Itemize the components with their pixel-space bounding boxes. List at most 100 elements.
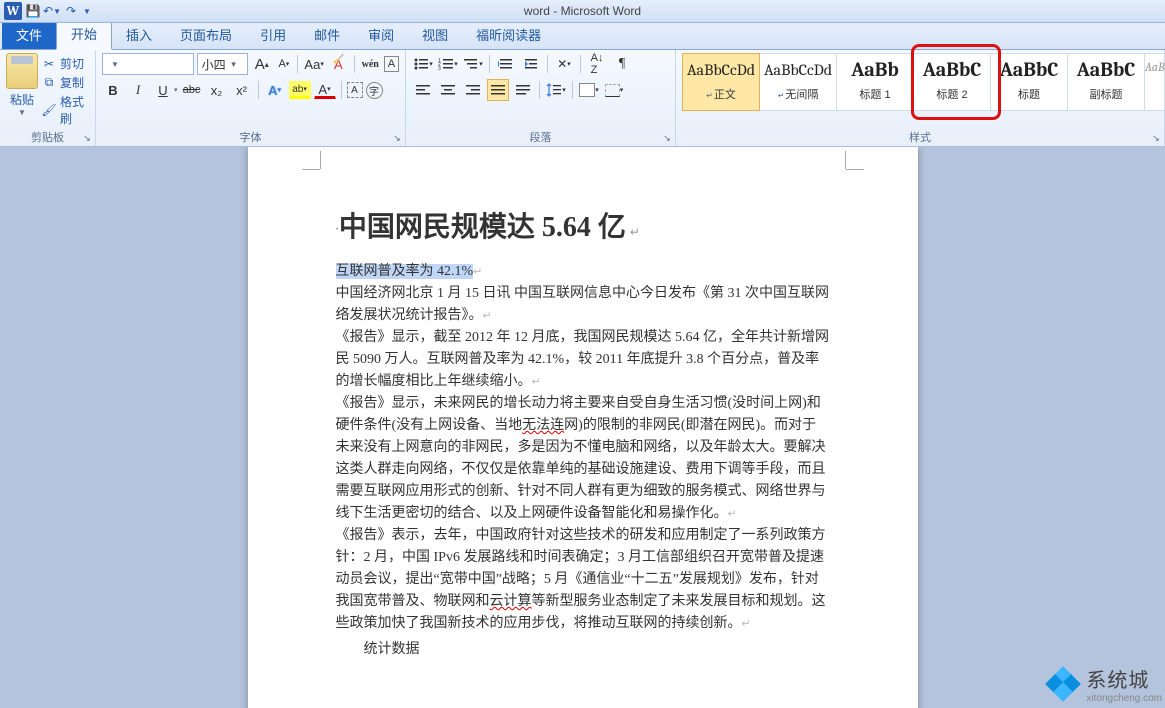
word-app-icon[interactable]: W (4, 2, 22, 20)
font-dialog-launcher[interactable]: ↘ (391, 132, 403, 144)
window-titlebar: W 💾 ↶▼ ↷ ▼ word - Microsoft Word (0, 0, 1165, 23)
watermark-icon (1046, 667, 1080, 701)
group-label-font: 字体 (102, 127, 399, 146)
clipboard-dialog-launcher[interactable]: ↘ (81, 132, 93, 144)
borders-button[interactable]: ▾ (603, 79, 625, 101)
show-marks-button[interactable]: ¶ (611, 53, 633, 75)
qat-redo-button[interactable]: ↷ (63, 3, 79, 19)
watermark-title: 系统城 (1086, 670, 1149, 692)
sort-button[interactable]: A↓Z (586, 53, 608, 75)
article-title[interactable]: ·中国网民规模达 5.64 亿↵ (336, 205, 830, 245)
strikethrough-button[interactable]: abc (181, 79, 203, 101)
clear-formatting-button[interactable]: A🧹 (328, 53, 349, 75)
enclose-char-button[interactable]: 字 (366, 82, 383, 99)
style-heading2[interactable]: AaBbC 标题 2 (913, 53, 991, 111)
align-right-button[interactable] (462, 79, 484, 101)
brush-icon: 🖌 (42, 103, 56, 117)
window-title: word - Microsoft Word (524, 4, 641, 18)
paragraph-dialog-launcher[interactable]: ↘ (661, 132, 673, 144)
grow-font-button[interactable]: A▴ (251, 53, 272, 75)
qat-customize-dropdown[interactable]: ▼ (82, 3, 92, 19)
align-center-button[interactable] (437, 79, 459, 101)
redo-icon: ↷ (64, 4, 78, 18)
font-color-button[interactable]: A▾ (314, 81, 336, 99)
styles-dialog-launcher[interactable]: ↘ (1150, 132, 1162, 144)
file-tab[interactable]: 文件 (2, 20, 56, 49)
align-distribute-button[interactable] (512, 79, 534, 101)
style-title[interactable]: AaBbC 标题 (990, 53, 1068, 111)
margin-corner-tl (320, 169, 338, 187)
article-subtitle[interactable]: 互联网普及率为 42.1%↵ (336, 261, 830, 283)
copy-icon: ⧉ (42, 76, 56, 90)
shrink-font-button[interactable]: A▾ (275, 53, 292, 75)
bold-button[interactable]: B (102, 79, 124, 101)
change-case-button[interactable]: Aa▾ (303, 53, 324, 75)
tab-review[interactable]: 审阅 (354, 20, 408, 49)
shading-button[interactable]: ▾ (578, 79, 600, 101)
highlight-button[interactable]: ab▾ (289, 81, 311, 99)
text-effects-button[interactable]: A▾ (264, 79, 286, 101)
char-shading-button[interactable]: A (347, 82, 363, 98)
char-border-button[interactable]: A (384, 56, 399, 72)
qat-undo-button[interactable]: ↶▼ (44, 3, 60, 19)
asian-layout-button[interactable]: ✕▾ (553, 53, 575, 75)
group-styles: AaBbCcDd ↵正文 AaBbCcDd ↵无间隔 AaBb 标题 1 AaB… (676, 50, 1165, 146)
tab-view[interactable]: 视图 (408, 20, 462, 49)
tab-references[interactable]: 引用 (246, 20, 300, 49)
italic-button[interactable]: I (127, 79, 149, 101)
align-left-button[interactable] (412, 79, 434, 101)
cut-button[interactable]: ✂剪切 (42, 55, 89, 72)
font-size-combo[interactable]: 小四▼ (197, 53, 249, 75)
copy-button[interactable]: ⧉复制 (42, 74, 89, 91)
tab-foxit-reader[interactable]: 福昕阅读器 (462, 20, 555, 49)
selected-text: 互联网普及率为 42.1% (336, 264, 474, 279)
style-more-preview[interactable]: AaB (1144, 53, 1165, 111)
style-normal[interactable]: AaBbCcDd ↵正文 (682, 53, 760, 111)
format-painter-button[interactable]: 🖌格式刷 (42, 93, 89, 127)
article-para-1[interactable]: 中国经济网北京 1 月 15 日讯 中国互联网信息中心今日发布《第 31 次中国… (336, 283, 830, 327)
bullets-button[interactable]: ▾ (412, 53, 434, 75)
document-page[interactable]: ·中国网民规模达 5.64 亿↵ 互联网普及率为 42.1%↵ 中国经济网北京 … (248, 147, 918, 708)
margin-corner-tr (828, 169, 846, 187)
styles-gallery: AaBbCcDd ↵正文 AaBbCcDd ↵无间隔 AaBb 标题 1 AaB… (682, 53, 1144, 111)
numbering-button[interactable]: 123▾ (437, 53, 459, 75)
phonetic-guide-button[interactable]: wén (360, 53, 381, 75)
tab-insert[interactable]: 插入 (112, 20, 166, 49)
article-para-3[interactable]: 《报告》显示，未来网民的增长动力将主要来自受自身生活习惯(没时间上网)和硬件条件… (336, 393, 830, 525)
style-no-spacing[interactable]: AaBbCcDd ↵无间隔 (759, 53, 837, 111)
superscript-button[interactable]: x² (231, 79, 253, 101)
watermark-url: xitongcheng.com (1086, 693, 1162, 704)
align-justify-button[interactable] (487, 79, 509, 101)
scissors-icon: ✂ (42, 57, 56, 71)
group-label-clipboard: 剪贴板 (6, 127, 89, 146)
style-heading1[interactable]: AaBb 标题 1 (836, 53, 914, 111)
group-label-paragraph: 段落 (412, 127, 669, 146)
underline-button[interactable]: U (152, 79, 174, 101)
font-name-combo[interactable]: ▼ (102, 53, 194, 75)
increase-indent-button[interactable] (520, 53, 542, 75)
article-para-4[interactable]: 《报告》表示，去年，中国政府针对这些技术的研发和应用制定了一系列政策方针：2 月… (336, 525, 830, 635)
group-clipboard: 粘贴 ▼ ✂剪切 ⧉复制 🖌格式刷 剪贴板 ↘ (0, 50, 96, 146)
save-icon: 💾 (26, 4, 40, 18)
tab-mailings[interactable]: 邮件 (300, 20, 354, 49)
line-spacing-button[interactable]: ▾ (545, 79, 567, 101)
undo-icon: ↶ (43, 4, 53, 18)
subscript-button[interactable]: x₂ (206, 79, 228, 101)
ribbon: 粘贴 ▼ ✂剪切 ⧉复制 🖌格式刷 剪贴板 ↘ ▼ 小四▼ A▴ A▾ Aa▾ … (0, 50, 1165, 147)
svg-text:3: 3 (438, 66, 441, 71)
style-subtitle[interactable]: AaBbC 副标题 (1067, 53, 1145, 111)
group-font: ▼ 小四▼ A▴ A▾ Aa▾ A🧹 wén A B I U▾ abc x₂ x… (96, 50, 406, 146)
paste-icon (6, 53, 38, 89)
decrease-indent-button[interactable] (495, 53, 517, 75)
document-area[interactable]: ·中国网民规模达 5.64 亿↵ 互联网普及率为 42.1%↵ 中国经济网北京 … (0, 147, 1165, 708)
tab-page-layout[interactable]: 页面布局 (166, 20, 246, 49)
article-footer-line[interactable]: 统计数据 (336, 639, 830, 661)
group-label-styles: 样式 (682, 127, 1158, 146)
qat-save-button[interactable]: 💾 (25, 3, 41, 19)
multilevel-list-button[interactable]: ▾ (462, 53, 484, 75)
quick-access-toolbar: W 💾 ↶▼ ↷ ▼ (0, 2, 92, 20)
watermark-logo: 系统城 xitongcheng.com (1046, 664, 1162, 704)
article-para-2[interactable]: 《报告》显示，截至 2012 年 12 月底，我国网民规模达 5.64 亿，全年… (336, 327, 830, 393)
group-paragraph: ▾ 123▾ ▾ ✕▾ A↓Z ¶ ▾ ▾ (406, 50, 676, 146)
paste-button[interactable]: 粘贴 ▼ (6, 53, 38, 127)
